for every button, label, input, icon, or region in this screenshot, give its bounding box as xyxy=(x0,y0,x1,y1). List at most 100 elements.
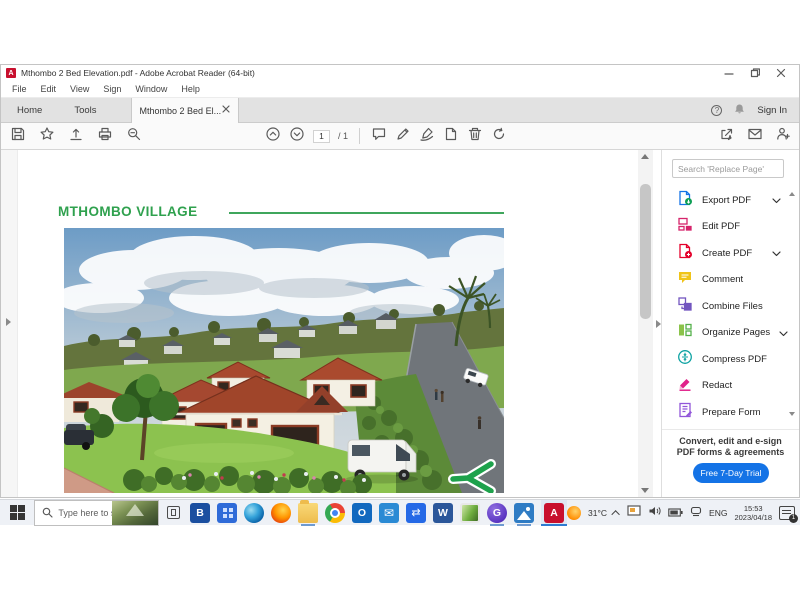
firefox-icon[interactable] xyxy=(271,503,291,523)
fill-sign-pen-icon[interactable] xyxy=(395,126,411,147)
menu-file[interactable]: File xyxy=(5,84,34,94)
signature-icon[interactable] xyxy=(419,126,435,147)
favorite-star-icon[interactable] xyxy=(39,126,55,147)
nav-pane-expand-icon[interactable] xyxy=(6,318,11,326)
tool-organize-pages[interactable]: Organize Pages xyxy=(662,320,787,347)
document-heading: MTHOMBO VILLAGE xyxy=(58,204,198,219)
panel-scroll-down-icon[interactable] xyxy=(789,412,795,416)
acrobat-taskbar-icon[interactable]: A xyxy=(544,503,564,523)
menu-edit[interactable]: Edit xyxy=(34,84,64,94)
search-highlight-image[interactable] xyxy=(112,501,158,525)
page-count-label: / 1 xyxy=(338,131,348,141)
task-view-icon[interactable] xyxy=(167,506,180,519)
tool-create-pdf[interactable]: Create PDF xyxy=(662,240,787,267)
chevron-down-icon[interactable] xyxy=(779,324,788,342)
edge-icon[interactable] xyxy=(244,503,264,523)
desktop: A Mthombo 2 Bed Elevation.pdf - Adobe Ac… xyxy=(0,0,800,600)
acrobat-taskbar-active[interactable]: A xyxy=(541,500,567,526)
redact-icon xyxy=(677,375,693,396)
time-label: 15:53 xyxy=(734,504,772,513)
content-area: MTHOMBO VILLAGE xyxy=(1,150,799,497)
free-trial-button[interactable]: Free 7-Day Trial xyxy=(693,463,769,483)
page-number-input[interactable] xyxy=(313,130,330,143)
close-button[interactable] xyxy=(768,66,794,80)
tool-combine-files[interactable]: Combine Files xyxy=(662,293,787,320)
photos-icon[interactable] xyxy=(514,503,534,523)
taskbar-search[interactable]: Type here to search xyxy=(34,500,158,526)
save-icon[interactable] xyxy=(10,126,26,147)
rotate-icon[interactable] xyxy=(491,126,507,147)
scroll-up-icon[interactable] xyxy=(641,154,649,159)
comment-icon[interactable] xyxy=(371,126,387,147)
email-icon[interactable] xyxy=(747,126,763,147)
outlook-icon[interactable]: O xyxy=(352,503,372,523)
tools-search-input[interactable] xyxy=(672,159,784,178)
export-pdf-icon xyxy=(677,190,693,211)
mail-icon[interactable] xyxy=(379,503,399,523)
tool-edit-pdf[interactable]: Edit PDF xyxy=(662,214,787,241)
prepare-form-icon xyxy=(677,402,693,423)
panel-scroll-up-icon[interactable] xyxy=(789,192,795,196)
window-title: Mthombo 2 Bed Elevation.pdf - Adobe Acro… xyxy=(21,68,255,78)
notification-bell-icon[interactable] xyxy=(734,102,745,120)
battery-icon[interactable] xyxy=(668,504,683,522)
tab-home[interactable]: Home xyxy=(1,98,58,122)
scrollbar-thumb[interactable] xyxy=(640,184,651,319)
tool-redact[interactable]: Redact xyxy=(662,373,787,400)
g-app-icon[interactable]: G xyxy=(487,503,507,523)
taskbar: Type here to search B O W G A 31°C xyxy=(0,499,800,525)
green-photo-app-icon[interactable] xyxy=(460,503,480,523)
sign-in-button[interactable]: Sign In xyxy=(757,105,787,116)
restore-button[interactable] xyxy=(742,66,768,80)
share-link-icon[interactable] xyxy=(719,126,735,147)
menu-view[interactable]: View xyxy=(63,84,96,94)
display-icon[interactable] xyxy=(627,504,641,522)
chrome-icon[interactable] xyxy=(325,503,345,523)
title-bar[interactable]: A Mthombo 2 Bed Elevation.pdf - Adobe Ac… xyxy=(1,65,799,81)
next-page-icon[interactable] xyxy=(289,126,305,147)
tool-export-pdf[interactable]: Export PDF xyxy=(662,187,787,214)
edit-pdf-icon xyxy=(677,216,693,237)
menu-help[interactable]: Help xyxy=(174,84,207,94)
weather-icon[interactable] xyxy=(567,506,581,520)
action-center-icon[interactable]: 1 xyxy=(779,506,795,520)
previous-page-icon[interactable] xyxy=(265,126,281,147)
eject-icon[interactable] xyxy=(690,504,702,522)
tool-prepare-form[interactable]: Prepare Form xyxy=(662,399,787,426)
volume-icon[interactable] xyxy=(648,504,661,522)
scroll-down-icon[interactable] xyxy=(641,488,649,493)
help-icon[interactable] xyxy=(711,105,722,116)
file-explorer-icon[interactable] xyxy=(298,503,318,523)
tool-compress-pdf[interactable]: Compress PDF xyxy=(662,346,787,373)
tool-comment[interactable]: Comment xyxy=(662,267,787,294)
b-app-icon[interactable]: B xyxy=(190,503,210,523)
teamviewer-icon[interactable] xyxy=(406,503,426,523)
menu-sign[interactable]: Sign xyxy=(96,84,128,94)
combine-files-icon xyxy=(677,296,693,317)
trash-icon[interactable] xyxy=(467,126,483,147)
start-button[interactable] xyxy=(0,500,34,526)
clock[interactable]: 15:53 2023/04/18 xyxy=(734,504,772,522)
minimize-button[interactable] xyxy=(716,66,742,80)
find-icon[interactable] xyxy=(126,126,142,147)
tab-close-icon[interactable] xyxy=(222,105,230,116)
temperature-label[interactable]: 31°C xyxy=(588,508,607,518)
hidden-icons-chevron[interactable] xyxy=(611,510,619,518)
chevron-down-icon[interactable] xyxy=(772,244,781,262)
document-canvas[interactable]: MTHOMBO VILLAGE xyxy=(1,150,661,497)
print-icon[interactable] xyxy=(97,126,113,147)
stamp-icon[interactable] xyxy=(443,126,459,147)
heading-rule xyxy=(229,212,504,214)
share-upload-icon[interactable] xyxy=(68,126,84,147)
language-indicator[interactable]: ENG xyxy=(709,508,727,518)
village-render-image xyxy=(64,228,504,493)
share-person-icon[interactable] xyxy=(775,126,791,147)
tab-document[interactable]: Mthombo 2 Bed El... xyxy=(131,98,239,123)
word-icon[interactable]: W xyxy=(433,503,453,523)
menu-window[interactable]: Window xyxy=(128,84,174,94)
vertical-scrollbar[interactable] xyxy=(638,150,653,497)
chevron-down-icon[interactable] xyxy=(772,191,781,209)
tab-tools[interactable]: Tools xyxy=(58,98,112,122)
blue-grid-app-icon[interactable] xyxy=(217,503,237,523)
compress-pdf-icon xyxy=(677,349,693,370)
